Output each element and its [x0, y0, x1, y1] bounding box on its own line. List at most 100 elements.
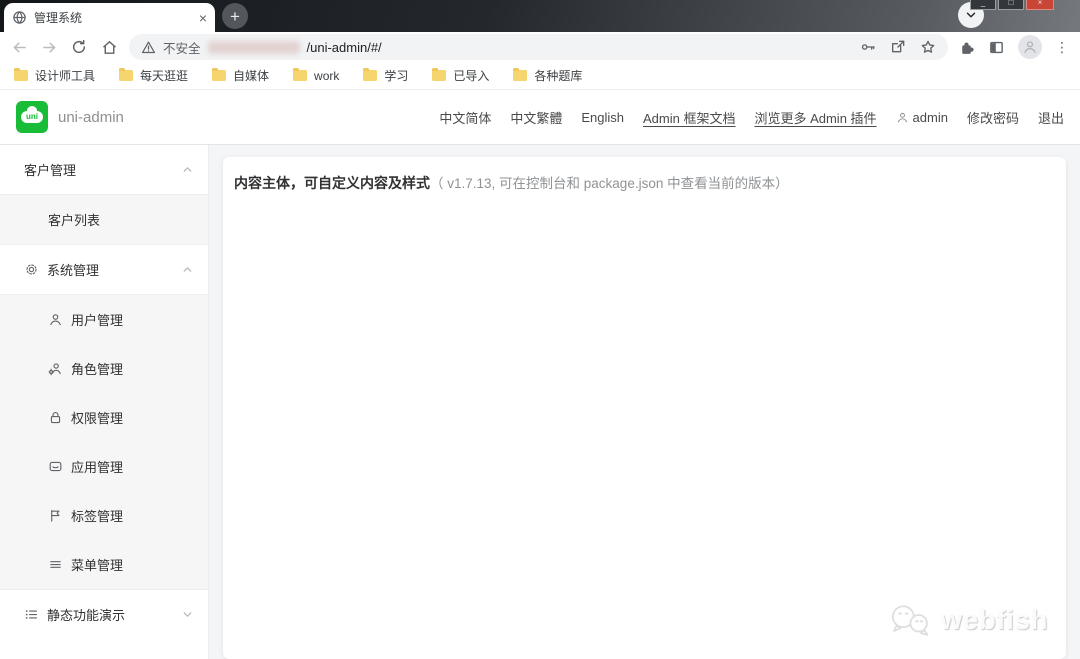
list-icon [24, 607, 39, 622]
lang-english-link[interactable]: English [581, 110, 624, 125]
bookmark-folder[interactable]: 学习 [363, 67, 408, 84]
window-minimize-button[interactable]: _ [970, 0, 996, 10]
current-user[interactable]: admin [896, 110, 948, 125]
sidebar-item-app-management[interactable]: 应用管理 [0, 442, 208, 491]
browser-titlebar: 管理系统 × + _ □ × [0, 0, 1080, 32]
submenu-system: 用户管理 角色管理 权限管理 应用管理 标签管理 菜单管理 [0, 294, 208, 590]
menu-label: 标签管理 [71, 509, 124, 524]
new-tab-button[interactable]: + [222, 3, 248, 29]
sidebar-group-system-management[interactable]: 系统管理 [0, 245, 208, 294]
logout-link[interactable]: 退出 [1038, 108, 1064, 127]
lang-simplified-link[interactable]: 中文简体 [439, 108, 491, 127]
main-content-area: 内容主体，可自定义内容及样式（ v1.7.13, 可在控制台和 package.… [209, 145, 1080, 659]
folder-icon [212, 67, 227, 81]
url-bar[interactable]: 不安全 /uni-admin/#/ [129, 34, 948, 60]
folder-icon [363, 67, 378, 81]
security-label[interactable]: 不安全 [163, 38, 201, 57]
chevron-down-icon [181, 608, 194, 621]
bookmark-label: 自媒体 [233, 69, 270, 83]
menu-label: 客户列表 [48, 213, 101, 228]
menu-label: 静态功能演示 [47, 608, 126, 623]
share-icon[interactable] [890, 39, 906, 55]
bookmark-label: 各种题库 [534, 69, 583, 83]
header-nav: 中文简体 中文繁體 English Admin 框架文档 浏览更多 Admin … [439, 108, 1064, 127]
profile-avatar[interactable] [1018, 35, 1042, 59]
lock-icon [48, 410, 63, 425]
change-password-link[interactable]: 修改密码 [967, 108, 1019, 127]
menu-label: 应用管理 [71, 460, 124, 475]
folder-icon [293, 67, 308, 81]
sidebar: 客户管理 客户列表 系统管理 用户管理 角色管理 权限管理 应用管理 标签管理 … [0, 145, 209, 659]
menu-label: 客户管理 [24, 163, 77, 178]
window-maximize-button[interactable]: □ [998, 0, 1024, 10]
content-version-note: （ v1.7.13, 可在控制台和 package.json 中查看当前的版本） [430, 176, 789, 191]
menu-label: 权限管理 [71, 411, 124, 426]
reload-icon[interactable] [69, 37, 89, 57]
folder-icon [14, 67, 28, 81]
url-path: /uni-admin/#/ [306, 39, 382, 55]
folder-icon [513, 67, 528, 81]
home-icon[interactable] [99, 37, 119, 57]
browser-toolbar: 不安全 /uni-admin/#/ ⋮ [0, 32, 1080, 62]
sidebar-group-static-demo[interactable]: 静态功能演示 [0, 590, 208, 639]
tab-title: 管理系统 [34, 11, 83, 25]
side-panel-icon[interactable] [988, 39, 1005, 56]
content-title: 内容主体，可自定义内容及样式 [234, 175, 430, 191]
cloud-logo-icon: uni [21, 106, 43, 123]
bookmark-label: 每天逛逛 [140, 69, 189, 83]
flag-icon [48, 508, 63, 523]
menu-label: 系统管理 [47, 263, 100, 278]
sidebar-item-tag-management[interactable]: 标签管理 [0, 491, 208, 540]
bookmark-folder[interactable]: 已导入 [432, 67, 489, 84]
blurred-domain [207, 40, 300, 54]
sidebar-item-customer-list[interactable]: 客户列表 [0, 195, 208, 244]
bookmark-label: 学习 [384, 69, 409, 83]
window-close-button[interactable]: × [1026, 0, 1054, 10]
extensions-puzzle-icon[interactable] [958, 39, 975, 56]
person-gear-icon [48, 361, 63, 376]
sidebar-item-user-management[interactable]: 用户管理 [0, 295, 208, 344]
admin-plugins-link[interactable]: 浏览更多 Admin 插件 [754, 108, 876, 127]
menu-label: 菜单管理 [71, 558, 124, 573]
bookmark-folder[interactable]: work [293, 67, 340, 83]
admin-docs-link[interactable]: Admin 框架文档 [643, 108, 735, 127]
sidebar-item-role-management[interactable]: 角色管理 [0, 344, 208, 393]
menu-label: 用户管理 [71, 313, 124, 328]
bookmark-label: work [314, 68, 340, 83]
bookmark-label: 已导入 [453, 69, 490, 83]
sidebar-item-menu-management[interactable]: 菜单管理 [0, 540, 208, 589]
key-icon[interactable] [860, 39, 876, 55]
app-box-icon [48, 459, 63, 474]
bookmark-folder[interactable]: 设计师工具 [14, 67, 95, 84]
person-icon [48, 312, 63, 327]
bookmark-star-icon[interactable] [920, 39, 936, 55]
tab-close-icon[interactable]: × [199, 11, 207, 25]
bookmark-folder[interactable]: 自媒体 [212, 67, 269, 84]
lang-traditional-link[interactable]: 中文繁體 [510, 108, 562, 127]
chevron-up-icon [181, 163, 194, 176]
globe-favicon-icon [12, 10, 27, 25]
bookmark-folder[interactable]: 每天逛逛 [119, 67, 188, 84]
gear-icon [24, 262, 39, 277]
menu-lines-icon [48, 557, 63, 572]
brand-title: uni-admin [58, 108, 124, 126]
content-card: 内容主体，可自定义内容及样式（ v1.7.13, 可在控制台和 package.… [223, 157, 1066, 659]
bookmark-label: 设计师工具 [35, 69, 96, 83]
username: admin [912, 109, 948, 125]
sidebar-group-customer-management[interactable]: 客户管理 [0, 145, 208, 194]
logo-text: uni [26, 112, 38, 121]
bookmarks-bar: 设计师工具 每天逛逛 自媒体 work 学习 已导入 各种题库 [0, 62, 1080, 90]
warning-triangle-icon [141, 40, 156, 55]
content-line: 内容主体，可自定义内容及样式（ v1.7.13, 可在控制台和 package.… [234, 174, 1055, 194]
user-icon [896, 111, 909, 124]
folder-icon [432, 67, 447, 81]
back-icon[interactable] [9, 37, 29, 57]
chevron-up-icon [181, 263, 194, 276]
browser-tab[interactable]: 管理系统 × [4, 3, 215, 32]
sidebar-item-permission-management[interactable]: 权限管理 [0, 393, 208, 442]
app-header: uni uni-admin 中文简体 中文繁體 English Admin 框架… [0, 90, 1080, 145]
uni-admin-logo: uni [16, 101, 48, 133]
forward-icon[interactable] [39, 37, 59, 57]
bookmark-folder[interactable]: 各种题库 [513, 67, 582, 84]
browser-menu-dots-icon[interactable]: ⋮ [1055, 39, 1069, 56]
